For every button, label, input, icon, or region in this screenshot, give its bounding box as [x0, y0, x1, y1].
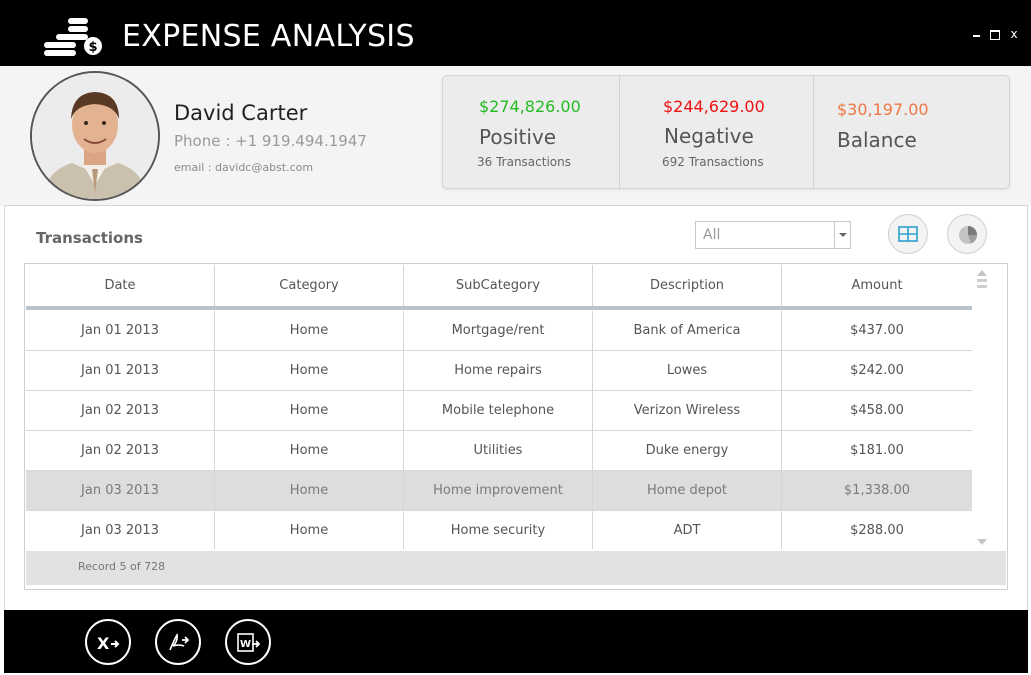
svg-text:W: W: [240, 639, 251, 650]
cell-category: Home: [215, 471, 404, 510]
cell-date: Jan 01 2013: [26, 351, 215, 390]
cell-amount: $458.00: [850, 403, 904, 418]
grid-body: Jan 01 2013 Home Mortgage/rent Bank of A…: [26, 311, 972, 549]
app-title: EXPENSE ANALYSIS: [122, 19, 415, 54]
cell-category: Home: [215, 311, 404, 350]
table-row[interactable]: Jan 02 2013 Home Mobile telephone Verizo…: [26, 391, 972, 431]
cell-category: Home: [215, 431, 404, 470]
minimize-button[interactable]: [971, 28, 981, 40]
cell-subcategory: Utilities: [404, 431, 593, 470]
export-excel-icon: X: [97, 634, 120, 653]
cell-subcategory: Home repairs: [404, 351, 593, 390]
cell-amount: $1,338.00: [843, 483, 911, 498]
record-status: Record 5 of 728: [78, 560, 166, 573]
cell-date: Jan 03 2013: [26, 511, 215, 549]
cell-description: Lowes: [593, 351, 782, 390]
cell-amount: $181.00: [850, 443, 904, 458]
positive-label: Positive: [479, 125, 557, 149]
negative-amount: $244,629.00: [663, 97, 765, 116]
cell-amount: $288.00: [850, 523, 904, 538]
positive-summary: $274,826.00 Positive 36 Transactions: [443, 76, 619, 188]
table-row-selected[interactable]: Jan 03 2013 Home Home improvement Home d…: [26, 471, 972, 511]
column-header-date[interactable]: Date: [26, 265, 215, 306]
pie-chart-icon: [959, 226, 977, 244]
close-button[interactable]: x: [1009, 28, 1019, 40]
balance-amount: $30,197.00: [837, 100, 929, 119]
grid-header: Date Category SubCategory Description Am…: [26, 265, 972, 310]
user-portrait-icon: [32, 73, 158, 199]
bottom-toolbar: X W: [4, 610, 1028, 673]
table-row[interactable]: Jan 02 2013 Home Utilities Duke energy $…: [26, 431, 972, 471]
column-header-subcategory[interactable]: SubCategory: [404, 265, 593, 306]
cell-subcategory: Home security: [404, 511, 593, 549]
negative-label: Negative: [664, 124, 754, 148]
column-header-amount[interactable]: Amount: [782, 265, 972, 306]
summary-card: $274,826.00 Positive 36 Transactions $24…: [442, 75, 1010, 189]
cell-description: Bank of America: [593, 311, 782, 350]
category-filter-dropdown[interactable]: All: [695, 221, 851, 249]
scroll-thumb[interactable]: [977, 279, 987, 288]
export-pdf-button[interactable]: [155, 619, 201, 665]
vertical-scrollbar[interactable]: [974, 265, 990, 549]
negative-count: 692 Transactions: [662, 155, 764, 169]
window-controls: x: [971, 28, 1019, 40]
cell-date: Jan 02 2013: [26, 431, 215, 470]
grid-view-button[interactable]: [888, 214, 928, 254]
column-header-description[interactable]: Description: [593, 265, 782, 306]
table-row[interactable]: Jan 01 2013 Home Home repairs Lowes $242…: [26, 351, 972, 391]
svg-text:$: $: [88, 40, 97, 55]
export-word-button[interactable]: W: [225, 619, 271, 665]
grid-view-icon: [898, 226, 918, 242]
svg-text:X: X: [97, 634, 110, 653]
cell-subcategory: Mortgage/rent: [404, 311, 593, 350]
transactions-grid: Date Category SubCategory Description Am…: [24, 263, 1008, 590]
export-excel-button[interactable]: X: [85, 619, 131, 665]
scroll-up-arrow-icon[interactable]: [977, 270, 987, 276]
user-phone: Phone : +1 919.494.1947: [174, 132, 367, 150]
cell-description: Verizon Wireless: [593, 391, 782, 430]
avatar: [30, 71, 160, 201]
grid-footer: Record 5 of 728: [26, 551, 1006, 585]
cell-date: Jan 02 2013: [26, 391, 215, 430]
positive-amount: $274,826.00: [479, 97, 581, 116]
cell-subcategory: Home improvement: [404, 471, 593, 510]
table-row[interactable]: Jan 01 2013 Home Mortgage/rent Bank of A…: [26, 311, 972, 351]
maximize-button[interactable]: [990, 28, 1000, 40]
cell-category: Home: [215, 391, 404, 430]
cell-date: Jan 01 2013: [26, 311, 215, 350]
transactions-title: Transactions: [36, 229, 143, 247]
table-row[interactable]: Jan 03 2013 Home Home security ADT $288.…: [26, 511, 972, 549]
user-email: email : davidc@abst.com: [174, 161, 314, 174]
export-word-icon: W: [237, 633, 261, 652]
cell-amount: $437.00: [850, 323, 904, 338]
cell-category: Home: [215, 511, 404, 549]
balance-label: Balance: [837, 128, 917, 152]
column-header-category[interactable]: Category: [215, 265, 404, 306]
cell-description: Duke energy: [593, 431, 782, 470]
export-pdf-icon: [169, 632, 190, 651]
user-name: David Carter: [174, 101, 308, 125]
scroll-down-arrow-icon[interactable]: [977, 539, 987, 545]
positive-count: 36 Transactions: [477, 155, 571, 169]
chart-view-button[interactable]: [947, 214, 987, 254]
cell-category: Home: [215, 351, 404, 390]
coins-dollar-icon: $: [44, 18, 102, 56]
cell-description: Home depot: [593, 471, 782, 510]
cell-description: ADT: [593, 511, 782, 549]
title-bar: $ EXPENSE ANALYSIS x: [0, 0, 1031, 66]
filter-selected-value: All: [703, 227, 721, 243]
negative-summary: $244,629.00 Negative 692 Transactions: [619, 76, 813, 188]
cell-date: Jan 03 2013: [26, 471, 215, 510]
chevron-down-icon[interactable]: [834, 222, 850, 248]
cell-amount: $242.00: [850, 363, 904, 378]
balance-summary: $30,197.00 Balance: [813, 76, 1010, 188]
cell-subcategory: Mobile telephone: [404, 391, 593, 430]
